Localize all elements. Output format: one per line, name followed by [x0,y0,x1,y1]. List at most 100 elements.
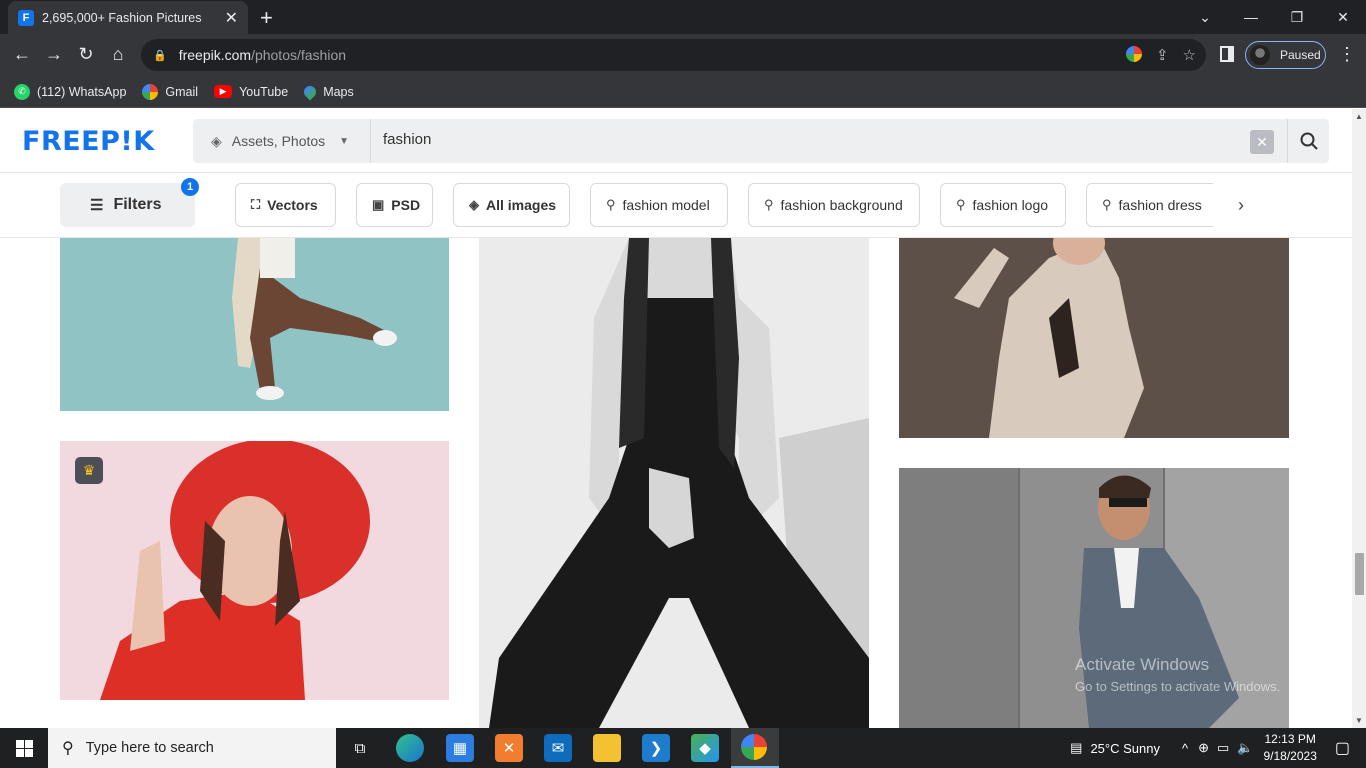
close-window-button[interactable]: ✕ [1320,0,1366,34]
start-button[interactable] [0,728,48,768]
premium-crown-icon: ♛ [75,457,103,484]
chevron-right-icon[interactable]: › [1238,195,1244,216]
chrome-icon [741,734,767,760]
chip-label: PSD [391,197,421,213]
chip-all-images[interactable]: ◈ All images [453,183,570,227]
psd-icon: ▣ [372,197,385,212]
xampp-icon[interactable]: ✕ [495,734,523,762]
profile-button[interactable]: Paused [1245,41,1326,69]
weather-icon[interactable]: ▤ [1070,740,1082,756]
close-tab-icon[interactable]: ✕ [225,8,238,28]
search-icon: ⚲ [956,197,966,212]
system-tray: ▤ 25°C Sunny ^ ⊕ ▭ 🔈 12:13 PM 9/18/2023 … [1070,728,1366,768]
url-path: /photos/fashion [251,47,347,63]
window-controls: ⌄ — ❐ ✕ [1182,0,1366,34]
bookmark-gmail[interactable]: Gmail [142,83,199,100]
side-panel-icon[interactable] [1220,46,1234,62]
network-icon[interactable]: ⊕ [1198,740,1209,756]
bookmark-label: Gmail [165,84,199,99]
page-scrollbar[interactable]: ▲ ▼ [1352,109,1366,728]
tab-search-icon[interactable]: ⌄ [1182,0,1228,34]
search-bar: ◈ Assets, Photos ▼ fashion ✕ [193,119,1329,163]
clear-search-button[interactable]: ✕ [1250,130,1274,154]
chip-label: fashion logo [972,197,1049,213]
chip-fashion-model[interactable]: ⚲ fashion model [590,183,728,227]
bookmark-label: (112) WhatsApp [37,84,127,99]
chevron-up-icon[interactable]: ^ [1182,741,1188,756]
scroll-up-icon[interactable]: ▲ [1355,112,1363,121]
site-header: FREEP!K ◈ Assets, Photos ▼ fashion ✕ [0,109,1352,173]
photo-woman-red-hat[interactable]: ♛ [60,441,449,700]
activation-subtitle: Go to Settings to activate Windows. [1075,679,1281,694]
chip-fashion-background[interactable]: ⚲ fashion background [748,183,920,227]
chip-fashion-dress[interactable]: ⚲ fashion dress [1086,183,1213,227]
chip-psd[interactable]: ▣ PSD [356,183,433,227]
clock[interactable]: 12:13 PM 9/18/2023 [1263,731,1316,765]
volume-icon[interactable]: 🔈 [1237,740,1253,756]
filter-row: ☰ Filters 1 ⛶ Vectors ▣ PSD ◈ All images… [0,174,1352,238]
chevron-down-icon: ▼ [339,135,350,147]
photo-woman-trench-coat-teal[interactable] [60,238,449,411]
lock-icon[interactable]: 🔒 [153,49,167,62]
bookmark-youtube[interactable]: ▶ YouTube [214,85,288,99]
mail-icon[interactable]: ✉ [544,734,572,762]
chip-label: All images [486,197,557,213]
asset-type-dropdown[interactable]: ◈ Assets, Photos ▼ [193,119,371,163]
reload-button[interactable]: ↻ [75,44,97,65]
youtube-icon: ▶ [214,85,233,98]
tab-title: 2,695,000+ Fashion Pictures [42,10,202,25]
bookmark-maps[interactable]: Maps [301,83,354,100]
url-domain: freepik.com [178,47,252,63]
taskbar-search-box[interactable]: ⚲ Type here to search [48,728,336,768]
photo-illustration [899,238,1289,438]
scroll-down-icon[interactable]: ▼ [1355,716,1363,725]
address-bar[interactable]: 🔒 freepik.com/photos/fashion ⇪ ☆ [141,39,1206,71]
asset-type-label: Assets, Photos [231,133,326,149]
vscode-icon[interactable]: ❯ [642,734,670,762]
edge-icon[interactable] [396,734,424,762]
restore-button[interactable]: ❐ [1274,0,1320,34]
battery-icon[interactable]: ▭ [1217,740,1229,756]
google-lens-icon[interactable] [1125,46,1142,62]
search-input[interactable]: fashion [383,131,431,148]
browser-tab[interactable]: F 2,695,000+ Fashion Pictures ✕ [8,1,248,34]
search-button[interactable] [1287,119,1329,163]
photo-woman-beige-trench[interactable] [899,238,1289,438]
browser-tab-strip: F 2,695,000+ Fashion Pictures ✕ + ⌄ — ❐ … [0,0,1366,34]
photo-woman-black-jumpsuit[interactable] [479,238,869,728]
minimize-button[interactable]: — [1228,0,1274,34]
filters-count-badge: 1 [181,178,199,196]
bookmark-whatsapp[interactable]: ✆ (112) WhatsApp [14,83,127,100]
weather-text[interactable]: 25°C Sunny [1090,741,1160,756]
search-icon: ⚲ [764,197,774,212]
assets-icon: ◈ [211,132,222,149]
chip-label: Vectors [267,197,318,213]
photo-illustration [479,238,869,728]
freepik-logo[interactable]: FREEP!K [22,126,155,157]
maps-icon [301,83,319,100]
forward-button[interactable]: → [43,44,65,65]
chip-label: fashion model [622,197,710,213]
chip-vectors[interactable]: ⛶ Vectors [235,183,336,227]
filters-label: Filters [113,196,162,213]
chrome-taskbar-button[interactable] [731,728,779,768]
photo-illustration [60,238,449,411]
avatar [1250,45,1270,65]
freepik-favicon-icon: F [18,9,34,26]
new-tab-button[interactable]: + [260,5,273,31]
chip-fashion-logo[interactable]: ⚲ fashion logo [940,183,1066,227]
home-button[interactable]: ⌂ [107,44,129,65]
scrollbar-thumb[interactable] [1355,553,1364,595]
back-button[interactable]: ← [11,44,33,65]
filters-button[interactable]: ☰ Filters [60,183,195,227]
bookmark-star-icon[interactable]: ☆ [1183,46,1196,64]
file-explorer-icon[interactable] [593,734,621,762]
notifications-icon[interactable]: ▢ [1335,738,1350,758]
store-icon[interactable]: ▦ [446,734,474,762]
virtualbox-icon[interactable]: ◆ [691,734,719,762]
menu-kebab-icon[interactable]: ⋮ [1338,44,1356,65]
share-icon[interactable]: ⇪ [1156,46,1169,64]
whatsapp-icon: ✆ [14,83,30,100]
task-view-icon[interactable]: ⧉ [346,734,374,762]
vector-icon: ⛶ [251,197,261,212]
